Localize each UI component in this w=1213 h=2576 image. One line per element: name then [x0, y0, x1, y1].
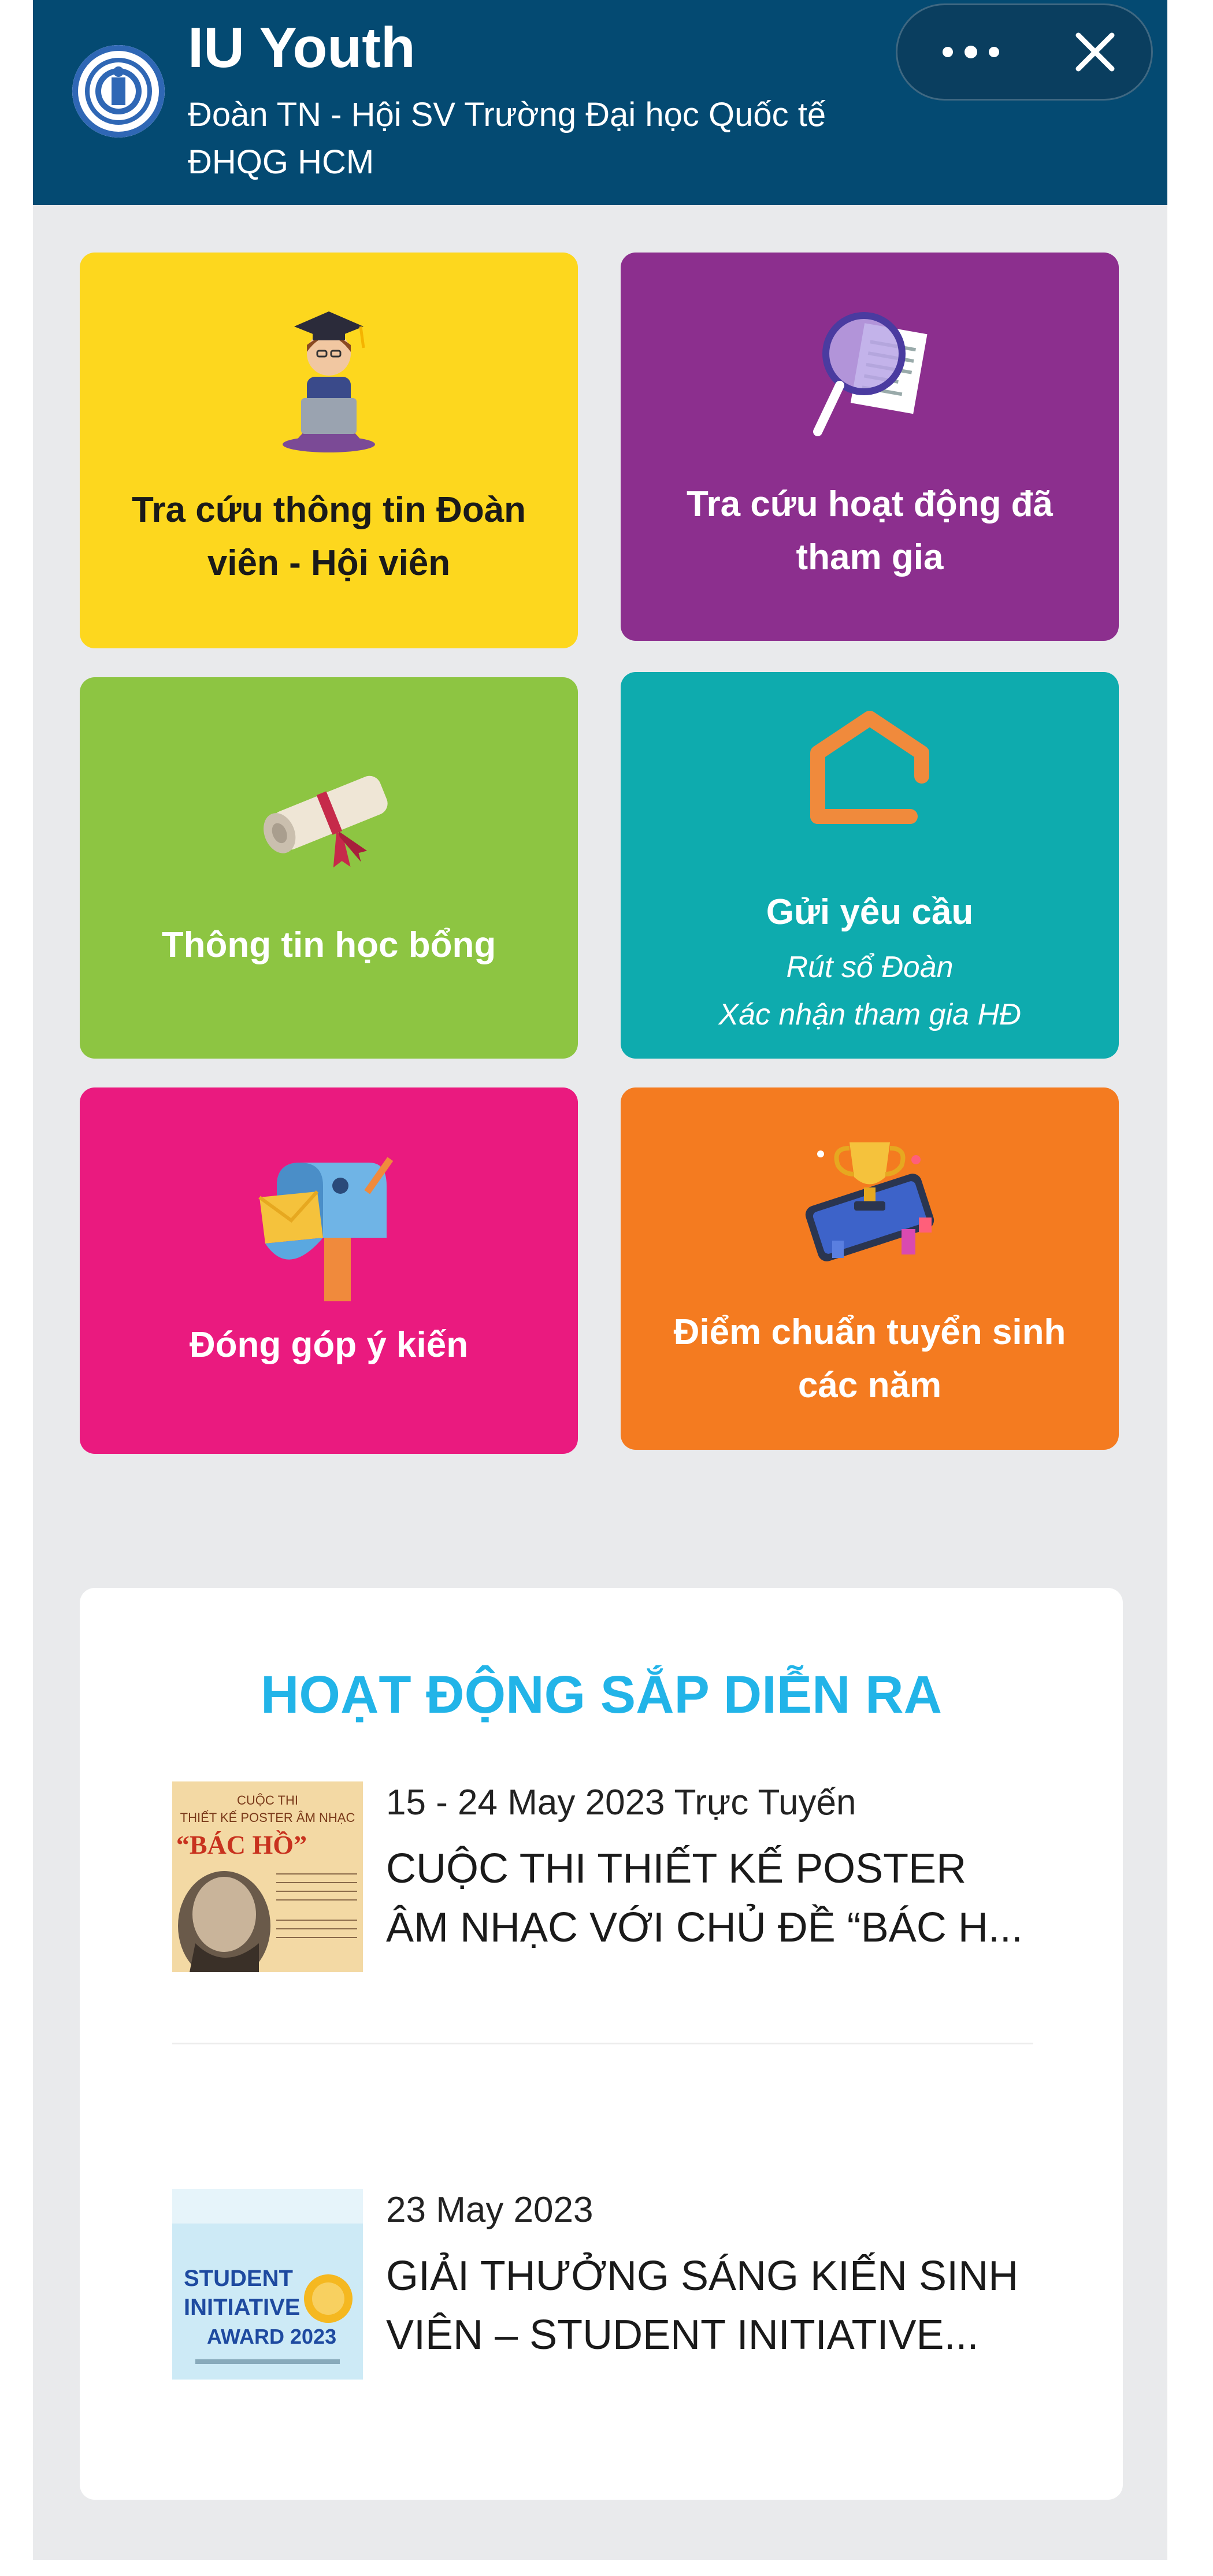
thumb-text: CUỘC THI	[237, 1793, 298, 1807]
app-title: IU Youth	[188, 16, 416, 79]
event-item[interactable]: STUDENT INITIATIVE AWARD 2023 23 May 202…	[172, 2189, 1033, 2380]
thumb-text: “BÁC HỒ”	[176, 1829, 307, 1859]
mailbox-icon	[80, 1151, 578, 1301]
event-title: GIẢI THƯỞNG SÁNG KIẾN SINH VIÊN – STUDEN…	[386, 2247, 1033, 2365]
thumb-text: STUDENT	[184, 2266, 293, 2291]
event-item[interactable]: CUỘC THI THIẾT KẾ POSTER ÂM NHẠC “BÁC HỒ…	[172, 1781, 1033, 1972]
divider	[172, 2043, 1033, 2044]
magnifier-document-icon	[621, 299, 1119, 443]
more-dots-icon[interactable]	[916, 3, 1026, 101]
graduate-icon	[80, 299, 578, 455]
event-title-line: ÂM NHẠC VỚI CHỦ ĐỀ “BÁC H...	[386, 1905, 1023, 1951]
event-thumbnail: CUỘC THI THIẾT KẾ POSTER ÂM NHẠC “BÁC HỒ…	[172, 1781, 363, 1972]
house-outline-icon	[621, 695, 1119, 828]
section-title: HOẠT ĐỘNG SẮP DIỄN RA	[260, 1665, 943, 1724]
upcoming-activities-card: HOẠT ĐỘNG SẮP DIỄN RA CUỘC THI THIẾT KẾ …	[80, 1588, 1123, 2500]
event-date: 15 - 24 May 2023 Trực Tuyến	[386, 1783, 856, 1822]
thumb-text: INITIATIVE	[184, 2295, 300, 2320]
event-date: 23 May 2023	[386, 2190, 593, 2230]
close-icon[interactable]	[1049, 3, 1141, 101]
event-title-line: CUỘC THI THIẾT KẾ POSTER	[386, 1846, 967, 1892]
thumb-text: THIẾT KẾ POSTER ÂM NHẠC	[180, 1810, 355, 1825]
thumb-text: AWARD 2023	[207, 2325, 336, 2348]
tile-sub-label: Rút sổ Đoàn	[786, 951, 954, 984]
university-logo	[72, 45, 165, 138]
tile-label: Gửi yêu cầu	[766, 892, 974, 932]
tile-label: Tra cứu thông tin Đoàn viên - Hội viên	[131, 490, 526, 583]
mini-program-capsule	[896, 3, 1153, 101]
tile-sub-label: Xác nhận tham gia HĐ	[718, 998, 1021, 1031]
tile-label: Thông tin học bổng	[161, 925, 496, 965]
app-header: IU Youth Đoàn TN - Hội SV Trường Đại học…	[33, 0, 1167, 205]
event-title-line: VIÊN – STUDENT INITIATIVE...	[386, 2312, 979, 2358]
tile-scholarship[interactable]: Thông tin học bổng	[80, 677, 578, 1059]
app-screen: IU Youth Đoàn TN - Hội SV Trường Đại học…	[33, 0, 1167, 2560]
tile-send-request[interactable]: Gửi yêu cầu Rút sổ Đoàn Xác nhận tham gi…	[621, 672, 1119, 1059]
app-subtitle: Đoàn TN - Hội SV Trường Đại học Quốc tế …	[188, 96, 826, 181]
event-title-line: GIẢI THƯỞNG SÁNG KIẾN SINH	[386, 2253, 1019, 2299]
event-thumbnail: STUDENT INITIATIVE AWARD 2023	[172, 2189, 363, 2380]
tile-member-lookup[interactable]: Tra cứu thông tin Đoàn viên - Hội viên	[80, 253, 578, 648]
event-title: CUỘC THI THIẾT KẾ POSTER ÂM NHẠC VỚI CHỦ…	[386, 1839, 1033, 1957]
tile-feedback[interactable]: Đóng góp ý kiến	[80, 1087, 578, 1454]
diploma-scroll-icon	[80, 747, 578, 874]
tile-activity-lookup[interactable]: Tra cứu hoạt động đã tham gia	[621, 253, 1119, 641]
tile-label: Điểm chuẩn tuyển sinh các năm	[673, 1312, 1066, 1405]
tile-label: Tra cứu hoạt động đã tham gia	[687, 484, 1053, 577]
trophy-phone-icon	[621, 1119, 1119, 1270]
tile-label: Đóng góp ý kiến	[189, 1325, 469, 1365]
tile-admission-scores[interactable]: Điểm chuẩn tuyển sinh các năm	[621, 1087, 1119, 1450]
